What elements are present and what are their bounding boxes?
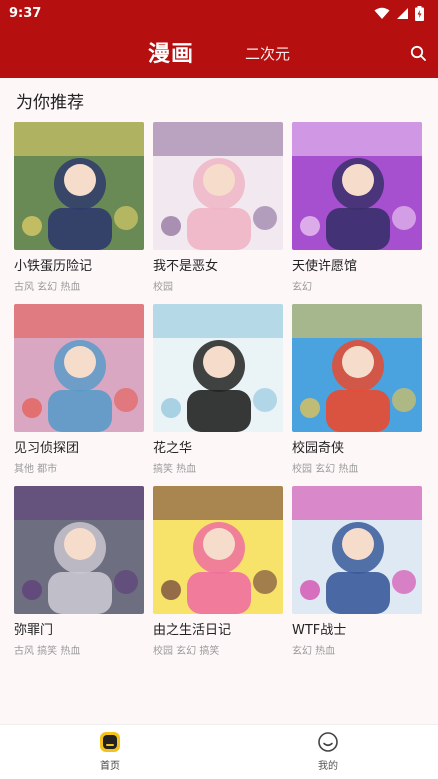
comic-card[interactable]: 小铁蛋历险记古风 玄幻 热血	[14, 122, 144, 293]
comic-cover-image[interactable]	[292, 122, 422, 250]
comic-card[interactable]: 天使许愿馆 玄幻	[292, 122, 422, 293]
home-face-icon	[100, 732, 120, 752]
smiley-icon	[318, 732, 338, 752]
comic-grid: 小铁蛋历险记 古风 玄幻 热血 我不是恶女 校园 天使许愿馆 玄幻 见习侦探团 其他 都市 花之…	[14, 122, 426, 657]
nav-home-label: 首页	[100, 761, 120, 772]
comic-card[interactable]: WTF战士玄幻 热血	[292, 486, 422, 657]
nav-mine[interactable]: 我的	[298, 731, 358, 776]
comic-title: 花之华	[153, 441, 193, 456]
comic-cover-image[interactable]	[153, 304, 283, 432]
status-icons	[374, 5, 424, 21]
comic-tags: 玄幻	[292, 282, 312, 293]
bottom-nav: 首页 我的	[0, 724, 438, 779]
comic-tags: 校园	[153, 282, 173, 293]
comic-card[interactable]: 见习侦探团其他 都市	[14, 304, 144, 475]
nav-mine-label: 我的	[318, 761, 338, 772]
comic-title: 弥罪门	[14, 623, 54, 638]
signal-icon	[397, 7, 408, 19]
status-time: 9:37	[9, 5, 42, 21]
search-button[interactable]	[408, 43, 428, 63]
comic-title: 小铁蛋历险记	[14, 259, 93, 274]
comic-cover-image[interactable]	[14, 304, 144, 432]
comic-title: WTF战士	[292, 623, 347, 638]
comic-card[interactable]: 弥罪门古风 搞笑 热血	[14, 486, 144, 657]
status-bar: 9:37	[0, 0, 438, 26]
comic-cover-image[interactable]	[14, 486, 144, 614]
comic-tags: 校园 玄幻 搞笑	[153, 646, 220, 657]
wifi-icon	[374, 7, 390, 19]
comic-title: 我不是恶女	[153, 259, 219, 274]
comic-cover-image[interactable]	[292, 304, 422, 432]
comic-cover-image[interactable]	[153, 122, 283, 250]
comic-card[interactable]: 花之华 搞笑 热血	[153, 304, 283, 475]
comic-title: 见习侦探团	[14, 441, 80, 456]
comic-tags: 古风 搞笑 热血	[14, 646, 81, 657]
comic-tags: 玄幻 热血	[292, 646, 336, 657]
comic-title: 校园奇侠	[292, 441, 345, 456]
comic-cover-image[interactable]	[14, 122, 144, 250]
comic-card[interactable]: 校园奇侠校园 玄幻 热血	[292, 304, 422, 475]
comic-card[interactable]: 我不是恶女 校园	[153, 122, 283, 293]
nav-home[interactable]: 首页	[80, 731, 140, 776]
tab-2d[interactable]: 二次元	[245, 43, 290, 64]
comic-cover-image[interactable]	[153, 486, 283, 614]
comic-tags: 搞笑 热血	[153, 464, 197, 475]
search-icon	[410, 45, 426, 61]
section-title: 为你推荐	[16, 93, 84, 113]
tab-manga[interactable]: 漫画	[148, 36, 194, 68]
battery-icon	[415, 5, 424, 21]
comic-tags: 古风 玄幻 热血	[14, 282, 81, 293]
comic-card[interactable]: 由之生活日记校园 玄幻 搞笑	[153, 486, 283, 657]
comic-tags: 其他 都市	[14, 464, 58, 475]
comic-cover-image[interactable]	[292, 486, 422, 614]
comic-tags: 校园 玄幻 热血	[292, 464, 359, 475]
content-area: 为你推荐 小铁蛋历险记 古风 玄幻 热血 我不是恶女 校园 天使许愿馆 玄幻 见习侦探团 其他…	[0, 78, 438, 724]
comic-title: 天使许愿馆	[292, 259, 358, 274]
comic-title: 由之生活日记	[153, 623, 232, 638]
app-bar: 漫画 二次元	[0, 26, 438, 78]
